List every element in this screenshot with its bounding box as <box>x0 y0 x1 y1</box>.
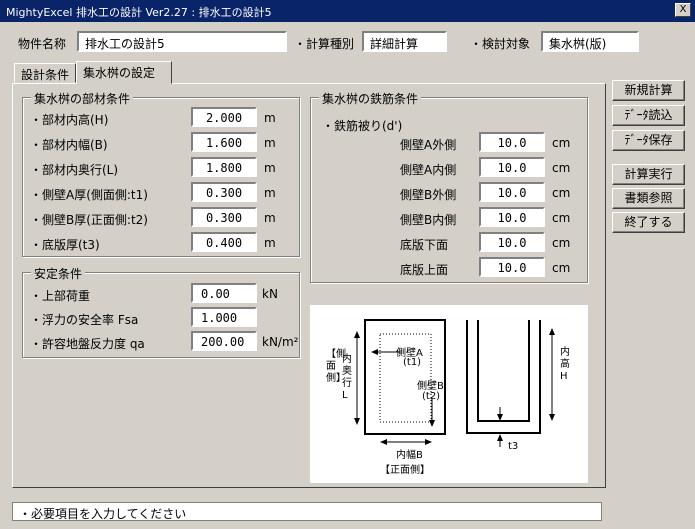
wall-a-sub-label: (t1) <box>403 357 422 368</box>
bottom-slab-lower-cover-input[interactable]: 10.0 <box>479 232 545 252</box>
calc-type-label: ・計算種別 <box>294 37 355 51</box>
bottom-slab-thickness-input[interactable]: 0.400 <box>191 232 257 252</box>
wall-b-thickness-input[interactable]: 0.300 <box>191 207 257 227</box>
arrow-head <box>497 414 503 421</box>
member-row-label: ・部材内高(H) <box>30 113 109 127</box>
front-label: 【正面側】 <box>380 465 430 476</box>
stability-title: 安定条件 <box>31 265 86 282</box>
rebar-row-label: 底版下面 <box>400 238 449 252</box>
arrow-head <box>354 418 360 425</box>
wall-b-label: 側壁B <box>417 381 444 392</box>
view-docs-button[interactable]: 書類参照 <box>612 188 685 209</box>
rebar-row-label: 側壁B外側 <box>400 188 457 202</box>
rebar-row-label: 側壁A内側 <box>400 163 457 177</box>
load-data-button[interactable]: ﾃﾞｰﾀ読込 <box>612 105 685 126</box>
catch-basin-diagram: 【側面側】 内奥行L 側壁A (t1) 側壁B (t2) 内幅B 【正面側】 内… <box>310 305 588 483</box>
unit-label: kN/m² <box>262 335 299 349</box>
target-field[interactable]: 集水桝(版) <box>541 31 639 52</box>
member-row-label: ・部材内幅(B) <box>30 138 108 152</box>
unit-label: m <box>264 186 276 200</box>
depth-label: 内奥行L <box>342 354 352 401</box>
app-window: MightyExcel 排水工の設計 Ver2.27 : 排水工の設計5 X 物… <box>0 0 695 529</box>
save-data-button[interactable]: ﾃﾞｰﾀ保存 <box>612 130 685 151</box>
unit-label: kN <box>262 287 278 301</box>
tab-catch-basin-settings[interactable]: 集水桝の設定 <box>76 61 172 84</box>
t3-label: t3 <box>508 441 519 452</box>
wall-b-outer-cover-input[interactable]: 10.0 <box>479 182 545 202</box>
rebar-row-label: 側壁B内側 <box>400 213 457 227</box>
arrow-head <box>549 414 555 421</box>
arrow-head <box>549 328 555 335</box>
unit-label: cm <box>552 161 571 175</box>
arrow-head <box>371 349 378 355</box>
rebar-row-label: 側壁A外側 <box>400 138 457 152</box>
stability-row-label: ・浮力の安全率 Fsa <box>30 313 139 327</box>
unit-label: cm <box>552 211 571 225</box>
run-calc-button[interactable]: 計算実行 <box>612 164 685 185</box>
width-label: 内幅B <box>396 450 423 461</box>
arrow-head <box>429 420 435 427</box>
section-inner <box>477 320 530 422</box>
arrow-head <box>497 434 503 441</box>
inner-depth-input[interactable]: 1.800 <box>191 157 257 177</box>
height-label: 内高H <box>560 347 570 382</box>
exit-button[interactable]: 終了する <box>612 212 685 233</box>
member-row-label: ・側壁A厚(側面側:t1) <box>30 188 148 202</box>
rebar-row-label: 底版上面 <box>400 263 449 277</box>
unit-label: m <box>264 236 276 250</box>
status-message: ・必要項目を入力してください <box>12 502 602 521</box>
unit-label: cm <box>552 186 571 200</box>
member-conditions-title: 集水桝の部材条件 <box>31 90 134 107</box>
inner-height-input[interactable]: 2.000 <box>191 107 257 127</box>
bottom-slab-upper-cover-input[interactable]: 10.0 <box>479 257 545 277</box>
rebar-conditions-title: 集水桝の鉄筋条件 <box>319 90 422 107</box>
side-label: 【側面側】 <box>326 349 346 384</box>
stability-row-label: ・許容地盤反力度 qa <box>30 337 145 351</box>
rebar-cover-label: ・鉄筋被り(d') <box>322 119 403 133</box>
allowable-bearing-input[interactable]: 200.00 <box>191 331 257 351</box>
project-name-field[interactable]: 排水工の設計5 <box>77 31 287 52</box>
inner-width-input[interactable]: 1.600 <box>191 132 257 152</box>
wall-b-sub-label: (t2) <box>422 391 441 402</box>
wall-b-inner-cover-input[interactable]: 10.0 <box>479 207 545 227</box>
close-button[interactable]: X <box>675 3 691 17</box>
member-row-label: ・側壁B厚(正面側:t2) <box>30 213 148 227</box>
window-title: MightyExcel 排水工の設計 Ver2.27 : 排水工の設計5 <box>6 6 272 19</box>
name-label: 物件名称 <box>18 37 67 51</box>
member-row-label: ・底版厚(t3) <box>30 238 100 252</box>
wall-a-thickness-input[interactable]: 0.300 <box>191 182 257 202</box>
stability-row-label: ・上部荷重 <box>30 289 91 303</box>
target-label: ・検討対象 <box>470 37 531 51</box>
unit-label: cm <box>552 136 571 150</box>
unit-label: m <box>264 211 276 225</box>
unit-label: m <box>264 111 276 125</box>
title-bar: MightyExcel 排水工の設計 Ver2.27 : 排水工の設計5 X <box>0 0 695 22</box>
arrow-head <box>354 331 360 338</box>
unit-label: cm <box>552 261 571 275</box>
unit-label: m <box>264 136 276 150</box>
calc-type-field[interactable]: 詳細計算 <box>362 31 447 52</box>
arrow-head <box>380 439 387 445</box>
unit-label: m <box>264 161 276 175</box>
member-row-label: ・部材内奥行(L) <box>30 163 119 177</box>
wall-a-outer-cover-input[interactable]: 10.0 <box>479 132 545 152</box>
wall-a-inner-cover-input[interactable]: 10.0 <box>479 157 545 177</box>
arrow-head <box>425 439 432 445</box>
tab-design-conditions[interactable]: 設計条件 <box>14 63 76 83</box>
upper-load-input[interactable]: 0.00 <box>191 283 257 303</box>
new-calc-button[interactable]: 新規計算 <box>612 80 685 101</box>
buoyancy-safety-factor-input[interactable]: 1.000 <box>191 307 257 327</box>
unit-label: cm <box>552 236 571 250</box>
